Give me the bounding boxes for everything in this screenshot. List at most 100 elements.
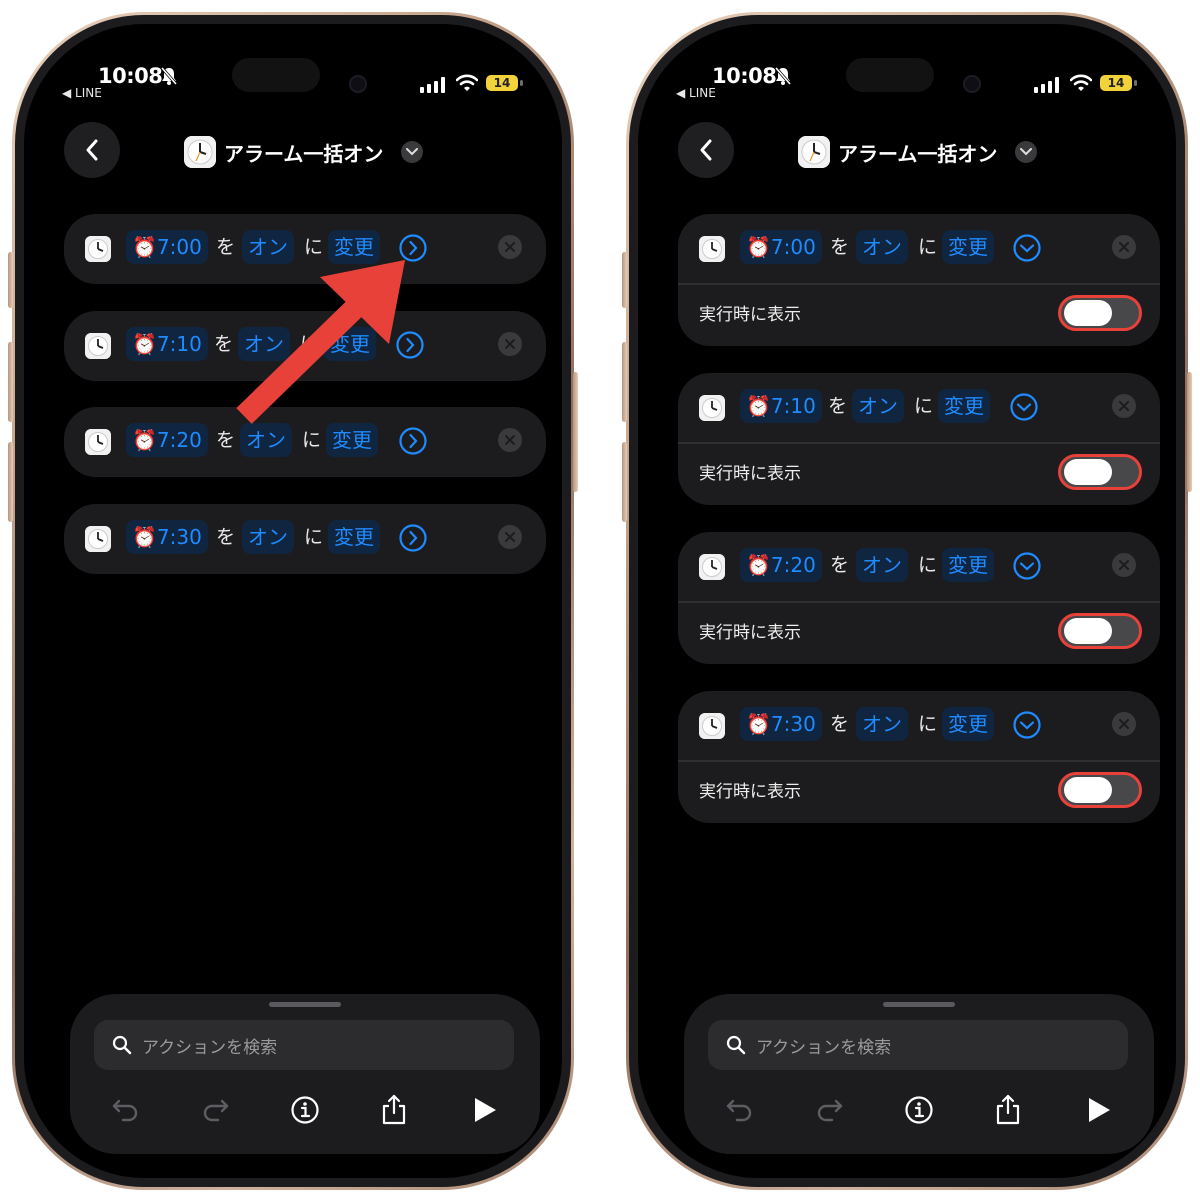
card-divider [678,760,1160,762]
verb-token[interactable]: 変更 [324,327,376,361]
particle-ni: に [304,236,324,258]
search-placeholder: アクションを検索 [142,1038,278,1058]
remove-action-button[interactable] [498,525,522,549]
alarm-time: 7:20 [156,428,202,452]
state-token[interactable]: オン [856,707,908,741]
search-input[interactable]: アクションを検索 [94,1020,514,1070]
remove-action-button[interactable] [498,332,522,356]
alarm-token[interactable]: ⏰7:20 [740,548,822,582]
volume-down-button [622,442,627,522]
alarm-token[interactable]: ⏰7:10 [126,327,208,361]
action-card[interactable]: ⏰7:20 を オン に 変更 [64,407,546,477]
verb-token[interactable]: 変更 [328,520,380,554]
share-button[interactable] [990,1092,1026,1128]
particle-wo: を [216,236,236,258]
shortcut-title[interactable]: アラーム一括オン [838,138,997,167]
show-when-run-toggle[interactable] [1058,772,1142,808]
redo-button[interactable] [811,1092,847,1128]
back-chevron-icon [700,139,712,161]
remove-action-button[interactable] [1112,394,1136,418]
verb-token[interactable]: 変更 [328,230,380,264]
verb-token[interactable]: 変更 [326,423,378,457]
verb-token[interactable]: 変更 [938,389,990,423]
action-card[interactable]: ⏰7:00 を オン に 変更 [64,214,546,284]
share-button[interactable] [376,1092,412,1128]
redo-button[interactable] [197,1092,233,1128]
sheet-grabber[interactable] [269,1002,341,1007]
remove-action-button[interactable] [498,235,522,259]
chevron-down-circle-icon[interactable] [1009,392,1039,422]
remove-action-button[interactable] [1112,712,1136,736]
back-button[interactable] [64,122,120,178]
title-menu-button[interactable] [401,141,423,163]
chevron-right-circle-icon[interactable] [398,426,428,456]
shortcut-title[interactable]: アラーム一括オン [224,138,383,167]
alarm-token[interactable]: ⏰7:30 [126,520,208,554]
action-card-expanded[interactable]: ⏰7:30 を オン に 変更 実行時に表示 [678,691,1160,823]
state-token[interactable]: オン [856,548,908,582]
action-card-expanded[interactable]: ⏰7:20 を オン に 変更 実行時に表示 [678,532,1160,664]
chevron-down-circle-icon[interactable] [1012,233,1042,263]
verb-token[interactable]: 変更 [942,707,994,741]
run-button[interactable] [467,1092,503,1128]
alarm-clock-icon: ⏰ [132,235,157,259]
state-token[interactable]: オン [240,423,292,457]
action-card-expanded[interactable]: ⏰7:10 を オン に 変更 実行時に表示 [678,373,1160,505]
state-token[interactable]: オン [242,230,294,264]
action-card[interactable]: ⏰7:10 を オン に 変更 [64,311,546,381]
chevron-right-circle-icon[interactable] [398,233,428,263]
show-when-run-toggle[interactable] [1058,454,1142,490]
show-when-run-toggle[interactable] [1058,613,1142,649]
alarm-token[interactable]: ⏰7:10 [740,389,822,423]
chevron-down-circle-icon[interactable] [1012,710,1042,740]
undo-button[interactable] [722,1092,758,1128]
clock-app-icon [798,136,830,168]
verb-token[interactable]: 変更 [942,230,994,264]
clock-app-icon [699,713,725,739]
show-when-run-label: 実行時に表示 [699,623,801,643]
bell-slash-icon [160,67,178,85]
dropdown-chevron-icon [1020,148,1032,156]
status-time: 10:08 [98,64,163,88]
back-button[interactable] [678,122,734,178]
alarm-token[interactable]: ⏰7:00 [126,230,208,264]
close-icon [1119,719,1129,729]
title-menu-button[interactable] [1015,141,1037,163]
state-token[interactable]: オン [238,327,290,361]
info-icon [905,1096,933,1124]
undo-button[interactable] [108,1092,144,1128]
back-to-app-link[interactable]: ◀ LINE [676,86,716,100]
verb-token[interactable]: 変更 [942,548,994,582]
volume-down-button [8,442,13,522]
alarm-token[interactable]: ⏰7:00 [740,230,822,264]
alarm-token[interactable]: ⏰7:20 [126,423,208,457]
remove-action-button[interactable] [498,428,522,452]
remove-action-button[interactable] [1112,235,1136,259]
alarm-time: 7:20 [770,553,816,577]
chevron-right-circle-icon[interactable] [395,330,425,360]
action-card-expanded[interactable]: ⏰7:00 を オン に 変更 実行時に表示 [678,214,1160,346]
info-button[interactable] [901,1092,937,1128]
alarm-token[interactable]: ⏰7:30 [740,707,822,741]
run-button[interactable] [1081,1092,1117,1128]
info-button[interactable] [287,1092,323,1128]
search-input[interactable]: アクションを検索 [708,1020,1128,1070]
dropdown-chevron-icon [406,148,418,156]
chevron-right-circle-icon[interactable] [398,523,428,553]
state-token[interactable]: オン [852,389,904,423]
state-token[interactable]: オン [242,520,294,554]
back-to-app-link[interactable]: ◀ LINE [62,86,102,100]
chevron-down-circle-icon[interactable] [1012,551,1042,581]
state-token[interactable]: オン [856,230,908,264]
remove-action-button[interactable] [1112,553,1136,577]
particle-ni: に [918,554,938,576]
sheet-grabber[interactable] [883,1002,955,1007]
particle-ni: に [914,395,934,417]
alarm-time: 7:00 [156,235,202,259]
close-icon [1119,560,1129,570]
show-when-run-toggle[interactable] [1058,295,1142,331]
toggle-knob [1064,459,1112,485]
action-card[interactable]: ⏰7:30 を オン に 変更 [64,504,546,574]
redo-icon [203,1099,229,1122]
play-icon [1089,1098,1110,1122]
